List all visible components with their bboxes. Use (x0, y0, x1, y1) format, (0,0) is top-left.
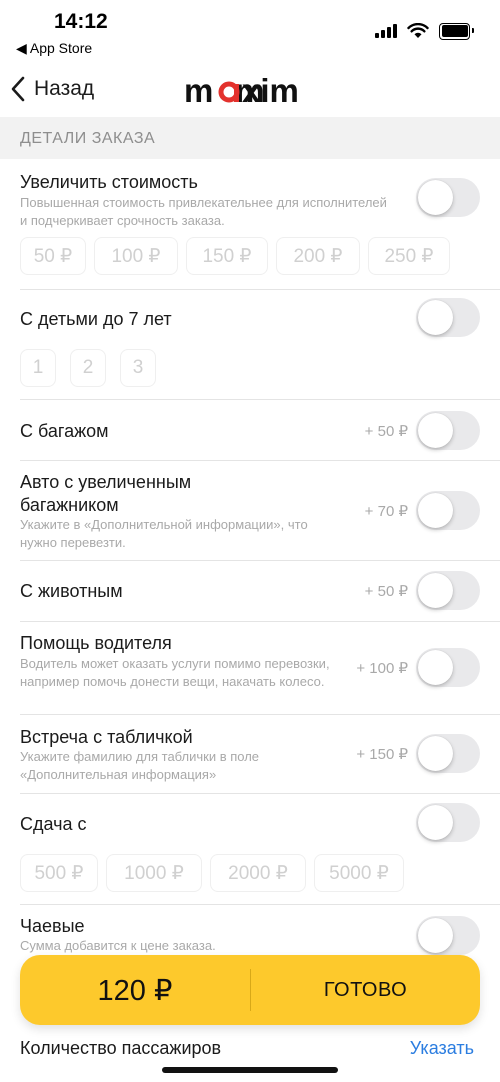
option-price: + 70 ₽ (364, 503, 408, 520)
battery-icon (439, 22, 474, 40)
signal-icon (375, 24, 397, 38)
pet-toggle[interactable] (416, 571, 480, 610)
wifi-icon (407, 23, 429, 38)
option-big-trunk: Авто с увеличенным багажником Укажите в … (0, 461, 500, 560)
option-title: Встреча с табличкой (20, 727, 193, 747)
price-chip[interactable]: 50 ₽ (20, 237, 86, 275)
price-increase-chips: 50 ₽ 100 ₽ 150 ₽ 200 ₽ 250 ₽ (20, 237, 450, 275)
maxim-logo: m m xim (184, 74, 299, 108)
option-price: + 50 ₽ (364, 423, 408, 440)
option-description: Повышенная стоимость привлекательнее для… (20, 195, 387, 228)
svg-text:xim: xim (242, 74, 299, 108)
children-count-chips: 1 2 3 (20, 349, 156, 387)
done-button[interactable]: ГОТОВО (251, 955, 480, 1025)
option-with-children: С детьми до 7 лет 1 2 3 (0, 290, 500, 400)
back-button[interactable]: Назад (10, 72, 94, 106)
section-header: ДЕТАЛИ ЗАКАЗА (0, 117, 500, 159)
return-to-app-store[interactable]: ◀ App Store (16, 40, 92, 57)
sign-meeting-toggle[interactable] (416, 734, 480, 773)
tips-toggle[interactable] (416, 916, 480, 955)
option-title-line-1: Авто с увеличенным (20, 472, 192, 492)
price-chip[interactable]: 250 ₽ (368, 237, 450, 275)
svg-text:m: m (184, 74, 213, 108)
big-trunk-toggle[interactable] (416, 491, 480, 530)
option-title: С детьми до 7 лет (20, 309, 172, 329)
option-title: Увеличить стоимость (20, 172, 198, 192)
nav-bar: Назад m m xim (0, 62, 500, 116)
order-bar: 120 ₽ ГОТОВО (20, 955, 480, 1025)
option-title: С животным (20, 581, 123, 601)
option-description: Водитель может оказать услуги помимо пер… (20, 656, 330, 689)
section-title: ДЕТАЛИ ЗАКАЗА (20, 130, 156, 147)
option-price: + 150 ₽ (356, 746, 408, 763)
change-amount-chips: 500 ₽ 1000 ₽ 2000 ₽ 5000 ₽ (20, 854, 404, 892)
change-chip[interactable]: 1000 ₽ (106, 854, 202, 892)
option-title: Помощь водителя (20, 633, 172, 653)
back-label: Назад (34, 77, 95, 100)
option-pet: С животным + 50 ₽ (0, 561, 500, 621)
option-price: + 50 ₽ (364, 583, 408, 600)
increase-price-toggle[interactable] (416, 178, 480, 217)
change-chip[interactable]: 500 ₽ (20, 854, 98, 892)
option-description: Сумма добавится к цене заказа. (20, 938, 216, 953)
status-bar: 14:12 ◀ App Store (0, 0, 500, 60)
option-title-line-2: багажником (20, 495, 119, 515)
specify-passengers-link[interactable]: Указать (410, 1038, 474, 1059)
option-title: С багажом (20, 421, 109, 441)
option-increase-price: Увеличить стоимость Повышенная стоимость… (0, 159, 500, 289)
passengers-label: Количество пассажиров (20, 1038, 222, 1058)
change-chip[interactable]: 2000 ₽ (210, 854, 306, 892)
option-title: Сдача с (20, 814, 87, 834)
children-count-chip[interactable]: 1 (20, 349, 56, 387)
with-children-toggle[interactable] (416, 298, 480, 337)
price-chip[interactable]: 150 ₽ (186, 237, 268, 275)
luggage-toggle[interactable] (416, 411, 480, 450)
price-chip[interactable]: 100 ₽ (94, 237, 178, 275)
chevron-left-icon (11, 76, 25, 102)
children-count-chip[interactable]: 2 (70, 349, 106, 387)
children-count-chip[interactable]: 3 (120, 349, 156, 387)
option-driver-help: Помощь водителя Водитель может оказать у… (0, 622, 500, 714)
change-from-toggle[interactable] (416, 803, 480, 842)
change-chip[interactable]: 5000 ₽ (314, 854, 404, 892)
option-sign-meeting: Встреча с табличкой Укажите фамилию для … (0, 715, 500, 793)
option-description: Укажите фамилию для таблички в поле «Доп… (20, 749, 260, 782)
option-description: Укажите в «Дополнительной информации», ч… (20, 517, 308, 550)
option-title: Чаевые (20, 916, 85, 936)
option-price: + 100 ₽ (356, 660, 408, 677)
status-time: 14:12 (54, 10, 108, 33)
price-chip[interactable]: 200 ₽ (276, 237, 360, 275)
driver-help-toggle[interactable] (416, 648, 480, 687)
home-indicator (162, 1067, 338, 1073)
option-change-from: Сдача с 500 ₽ 1000 ₽ 2000 ₽ 5000 ₽ (0, 794, 500, 904)
order-total: 120 ₽ (97, 974, 173, 1007)
status-icons (375, 22, 474, 40)
option-luggage: С багажом + 50 ₽ (0, 400, 500, 460)
